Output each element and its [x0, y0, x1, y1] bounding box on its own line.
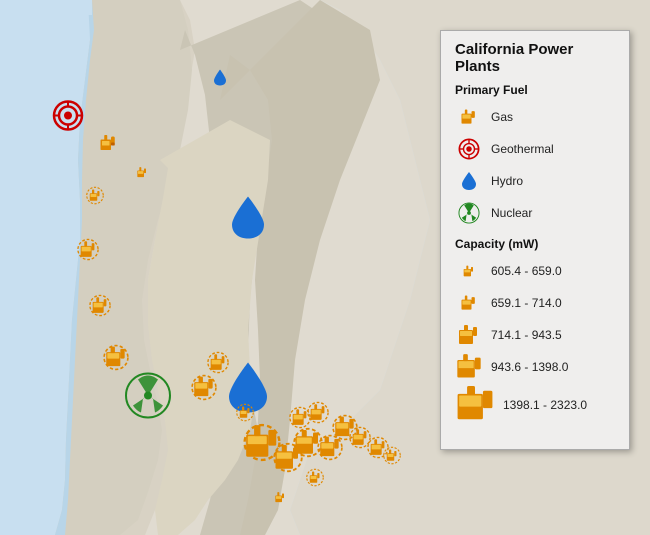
legend-cap-icon-5: [455, 385, 495, 425]
legend-cap-label-5: 1398.1 - 2323.0: [503, 398, 587, 412]
legend-hydro-icon: [455, 167, 483, 195]
legend-panel: California Power Plants Primary Fuel Gas: [440, 30, 630, 450]
gas-marker-6: [191, 375, 217, 406]
hydro-marker-large: [230, 195, 266, 246]
legend-cap-label-4: 943.6 - 1398.0: [491, 360, 568, 374]
legend-nuclear-item: Nuclear: [455, 199, 615, 227]
legend-nuclear-icon: [455, 199, 483, 227]
legend-geo-item: Geothermal: [455, 135, 615, 163]
legend-hydro-label: Hydro: [491, 174, 523, 188]
gas-marker-7: [207, 352, 229, 379]
legend-cap-icon-4: [455, 353, 483, 381]
gas-marker-19: [236, 404, 254, 427]
legend-cap-2: 659.1 - 714.0: [455, 289, 615, 317]
gas-marker-18: [272, 490, 288, 511]
map-container: California Power Plants Primary Fuel Gas: [0, 0, 650, 535]
legend-primary-fuel-heading: Primary Fuel: [455, 83, 615, 97]
legend-capacity-section: Capacity (mW) 605.4 - 659.0: [455, 237, 615, 425]
legend-cap-5: 1398.1 - 2323.0: [455, 385, 615, 425]
gas-marker-16: [383, 447, 401, 470]
legend-geo-label: Geothermal: [491, 142, 554, 156]
legend-capacity-heading: Capacity (mW): [455, 237, 615, 251]
legend-cap-4: 943.6 - 1398.0: [455, 353, 615, 381]
legend-nuclear-label: Nuclear: [491, 206, 532, 220]
legend-gas-label: Gas: [491, 110, 513, 124]
legend-geo-icon: [455, 135, 483, 163]
gas-marker-12: [307, 402, 329, 429]
legend-title: California Power Plants: [455, 41, 615, 75]
legend-cap-icon-3: [455, 321, 483, 349]
legend-cap-label-1: 605.4 - 659.0: [491, 264, 562, 278]
nuclear-marker: [125, 373, 171, 424]
legend-gas-item: Gas: [455, 103, 615, 131]
legend-cap-label-3: 714.1 - 943.5: [491, 328, 562, 342]
legend-cap-icon-1: [455, 257, 483, 285]
legend-cap-3: 714.1 - 943.5: [455, 321, 615, 349]
gas-marker-20: [134, 165, 150, 186]
gas-marker-2: [86, 187, 104, 210]
legend-hydro-item: Hydro: [455, 167, 615, 195]
legend-cap-icon-2: [455, 289, 483, 317]
legend-primary-fuel-section: Primary Fuel Gas: [455, 83, 615, 227]
legend-cap-1: 605.4 - 659.0: [455, 257, 615, 285]
gas-marker-17: [306, 469, 324, 492]
hydro-marker-small: [213, 69, 227, 92]
gas-marker-5: [103, 345, 129, 376]
gas-marker-1: [99, 134, 117, 157]
legend-cap-label-2: 659.1 - 714.0: [491, 296, 562, 310]
geo-marker-1: [52, 100, 84, 137]
legend-gas-icon: [455, 103, 483, 131]
gas-marker-4: [89, 295, 111, 322]
gas-marker-3: [77, 239, 99, 266]
